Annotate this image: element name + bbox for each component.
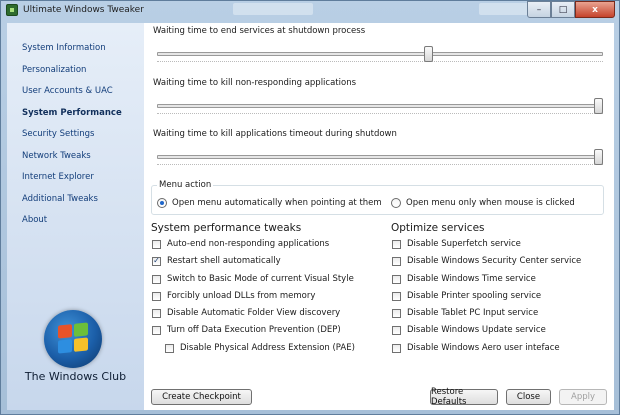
checkbox-label: Switch to Basic Mode of current Visual S…: [167, 274, 354, 284]
checkbox[interactable]: [392, 256, 401, 266]
slider-track-kill-nonresponding[interactable]: [157, 104, 603, 108]
caption-buttons: – □ x: [527, 1, 615, 18]
checkbox-label: Disable Windows Time service: [407, 274, 536, 284]
checkbox[interactable]: [392, 291, 401, 301]
checkbox-restart-shell[interactable]: ✓ Restart shell automatically: [152, 256, 281, 266]
sidebar-item-about[interactable]: About: [22, 213, 122, 235]
checkbox-label: Restart shell automatically: [167, 256, 281, 266]
checkbox-label: Disable Windows Aero user inteface: [407, 343, 560, 353]
app-icon: [6, 4, 18, 16]
minimize-button[interactable]: –: [527, 1, 551, 18]
radio-open-automatically[interactable]: Open menu automatically when pointing at…: [157, 198, 382, 208]
slider-thumb-end-services[interactable]: [423, 46, 433, 62]
slider-thumb-kill-timeout[interactable]: [594, 149, 603, 165]
sidebar-item-personalization[interactable]: Personalization: [22, 63, 122, 85]
slider-ticks: [157, 111, 603, 114]
slider-ticks: [157, 59, 603, 62]
checkbox-label: Disable Windows Security Center service: [407, 256, 582, 266]
close-window-button[interactable]: x: [575, 1, 615, 18]
slider-track-end-services[interactable]: [157, 52, 603, 56]
checkbox-windows-update[interactable]: Disable Windows Update service: [392, 325, 546, 335]
slider-ticks: [157, 162, 603, 165]
restore-defaults-button[interactable]: Restore Defaults: [430, 387, 498, 407]
menu-action-legend: Menu action: [157, 180, 214, 190]
checkbox-label: Disable Windows Update service: [407, 325, 546, 335]
sidebar: System Information Personalization User …: [7, 23, 144, 410]
sidebar-item-system-information[interactable]: System Information: [22, 41, 122, 63]
background-tab-ghost: [233, 3, 313, 15]
checkbox[interactable]: [152, 291, 161, 301]
checkbox[interactable]: [152, 308, 161, 318]
checkbox-label: Disable Tablet PC Input service: [407, 308, 539, 318]
sidebar-item-system-performance[interactable]: System Performance: [22, 106, 122, 128]
sidebar-item-user-accounts-uac[interactable]: User Accounts & UAC: [22, 84, 122, 106]
main-panel: Waiting time to end services at shutdown…: [144, 23, 614, 410]
checkbox-turn-off-dep[interactable]: Turn off Data Execution Prevention (DEP): [152, 325, 341, 335]
sidebar-nav: System Information Personalization User …: [22, 41, 122, 235]
checkbox[interactable]: [392, 239, 401, 249]
slider-label-end-services: Waiting time to end services at shutdown…: [153, 26, 366, 36]
radio-button-selected[interactable]: [157, 198, 167, 208]
checkbox[interactable]: [165, 343, 174, 353]
radio-open-on-click[interactable]: Open menu only when mouse is clicked: [391, 198, 575, 208]
checkbox-unload-dlls[interactable]: Forcibly unload DLLs from memory: [152, 291, 315, 301]
checkbox[interactable]: [392, 343, 401, 353]
app-window: Ultimate Windows Tweaker – □ x System In…: [0, 0, 620, 415]
performance-tweaks-heading: System performance tweaks: [151, 222, 302, 234]
checkbox-printer-spooling[interactable]: Disable Printer spooling service: [392, 291, 541, 301]
maximize-button[interactable]: □: [551, 1, 575, 18]
checkbox[interactable]: [392, 274, 401, 284]
apply-button[interactable]: Apply: [559, 389, 607, 405]
checkbox[interactable]: [392, 308, 401, 318]
sidebar-item-additional-tweaks[interactable]: Additional Tweaks: [22, 192, 122, 214]
window-title: Ultimate Windows Tweaker: [23, 5, 144, 15]
slider-label-kill-nonresponding: Waiting time to kill non-responding appl…: [153, 78, 357, 88]
checkbox-label: Auto-end non-responding applications: [167, 239, 330, 249]
checkbox-security-center[interactable]: Disable Windows Security Center service: [392, 256, 581, 266]
sidebar-item-network-tweaks[interactable]: Network Tweaks: [22, 149, 122, 171]
checkbox-disable-pae[interactable]: Disable Physical Address Extension (PAE): [165, 343, 355, 353]
create-checkpoint-button[interactable]: Create Checkpoint: [151, 389, 252, 405]
title-bar[interactable]: Ultimate Windows Tweaker – □ x: [1, 1, 619, 20]
slider-label-kill-timeout: Waiting time to kill applications timeou…: [153, 129, 397, 139]
checkbox-folder-view-discovery[interactable]: Disable Automatic Folder View discovery: [152, 308, 340, 318]
checkbox-windows-aero[interactable]: Disable Windows Aero user inteface: [392, 343, 560, 353]
sidebar-item-security-settings[interactable]: Security Settings: [22, 127, 122, 149]
checkbox-label: Disable Superfetch service: [407, 239, 521, 249]
checkbox-label: Forcibly unload DLLs from memory: [167, 291, 316, 301]
checkbox-windows-time[interactable]: Disable Windows Time service: [392, 274, 536, 284]
background-tab-ghost: [479, 3, 531, 15]
checkbox-auto-end-apps[interactable]: Auto-end non-responding applications: [152, 239, 329, 249]
checkbox-superfetch[interactable]: Disable Superfetch service: [392, 239, 521, 249]
checkbox[interactable]: [152, 274, 161, 284]
checkbox-basic-mode[interactable]: Switch to Basic Mode of current Visual S…: [152, 274, 354, 284]
menu-action-group: Menu action Open menu automatically when…: [151, 180, 604, 215]
radio-button[interactable]: [391, 198, 401, 208]
radio-label: Open menu only when mouse is clicked: [406, 198, 575, 208]
slider-thumb-kill-nonresponding[interactable]: [594, 98, 603, 114]
checkbox-label: Disable Physical Address Extension (PAE): [180, 343, 355, 353]
windows-flag-icon: [44, 310, 102, 368]
slider-track-kill-timeout[interactable]: [157, 155, 603, 159]
checkbox-label: Turn off Data Execution Prevention (DEP): [167, 325, 341, 335]
checkbox-label: Disable Automatic Folder View discovery: [167, 308, 341, 318]
checkbox-tablet-pc-input[interactable]: Disable Tablet PC Input service: [392, 308, 538, 318]
optimize-services-heading: Optimize services: [391, 222, 485, 234]
sidebar-item-internet-explorer[interactable]: Internet Explorer: [22, 170, 122, 192]
checkbox[interactable]: [152, 239, 161, 249]
radio-label: Open menu automatically when pointing at…: [172, 198, 382, 208]
checkbox[interactable]: [392, 325, 401, 335]
brand-name: The Windows Club: [24, 370, 127, 383]
checkbox-checked[interactable]: ✓: [152, 256, 161, 266]
checkbox-label: Disable Printer spooling service: [407, 291, 542, 301]
checkbox[interactable]: [152, 325, 161, 335]
close-button[interactable]: Close: [506, 389, 551, 405]
